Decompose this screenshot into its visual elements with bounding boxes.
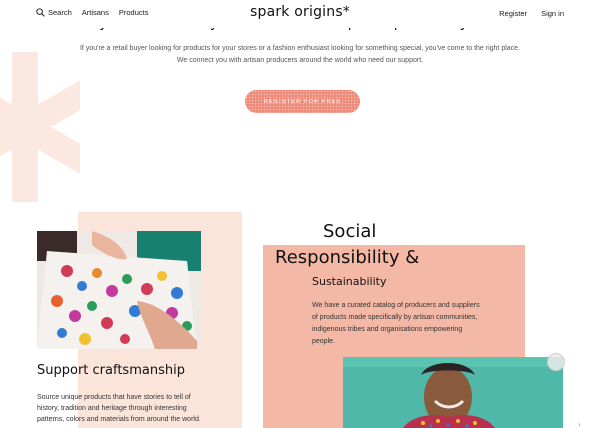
top-navigation: Search Artisans Products spark origins* … xyxy=(0,0,600,28)
responsibility-description: We have a curated catalog of producers a… xyxy=(312,302,480,345)
hero-description-line-1: If you're a retail buyer looking for pro… xyxy=(79,45,520,52)
social-responsibility-heading: Social Responsibility & xyxy=(275,219,419,271)
signin-link[interactable]: Sign in xyxy=(541,9,564,18)
scroll-indicator-button[interactable] xyxy=(547,353,565,371)
artisan-woman-photo xyxy=(343,357,563,428)
hero-description: If you're a retail buyer looking for pro… xyxy=(40,43,560,67)
asterisk-decoration-icon xyxy=(0,52,80,202)
heading-line-responsibility: Responsibility & xyxy=(275,247,420,268)
nav-right: Register Sign in xyxy=(499,9,564,18)
sustainability-subheading: Sustainability xyxy=(312,275,387,288)
support-craftsmanship-heading: Support craftsmanship xyxy=(37,363,185,378)
heading-line-social: Social xyxy=(323,221,377,242)
register-for-free-button[interactable]: REGISTER FOR FREE xyxy=(245,90,360,113)
register-link[interactable]: Register xyxy=(499,9,527,18)
hero-description-line-2: We connect you with artisan producers ar… xyxy=(176,57,424,64)
carousel-next-icon[interactable]: › xyxy=(578,420,581,428)
embroidery-photo xyxy=(37,231,201,349)
support-craftsmanship-description: Source unique products that have stories… xyxy=(37,394,201,423)
